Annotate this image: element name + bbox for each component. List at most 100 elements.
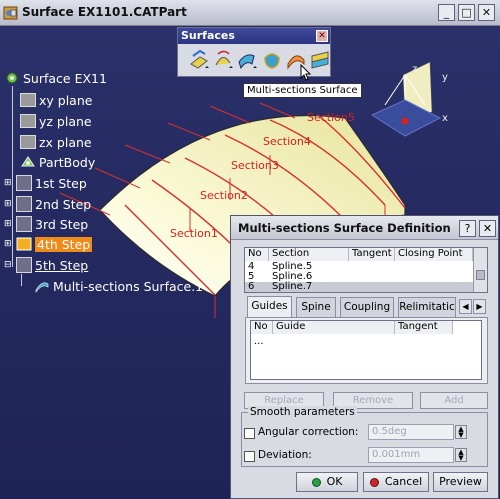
maximize-button[interactable]: □	[458, 4, 475, 21]
section-label: Section5	[307, 111, 355, 124]
mouse-cursor-icon	[300, 64, 312, 81]
part-root-icon	[6, 72, 18, 84]
tab-guides[interactable]: Guides	[247, 296, 292, 318]
tree-item-4th-step[interactable]: ⊞ 4th Step	[4, 234, 93, 254]
tree-item-label: 5th Step	[35, 257, 89, 273]
expand-icon[interactable]: ⊞	[4, 239, 16, 249]
tab-spine[interactable]: Spine	[296, 297, 336, 317]
compass-axis[interactable]: z y x	[370, 61, 448, 137]
plane-icon	[20, 93, 36, 107]
window-title: Surface EX1101.CATPart	[22, 5, 187, 19]
section-label: Section4	[263, 135, 311, 148]
tree-item-label: zx plane	[39, 134, 92, 150]
fill-icon[interactable]	[261, 48, 283, 72]
plane-icon	[20, 114, 36, 128]
close-button[interactable]: ✕	[478, 4, 495, 21]
preview-button[interactable]: Preview	[433, 472, 488, 492]
toolbar-title-bar[interactable]: Surfaces ✕	[178, 28, 330, 44]
tab-relimitation[interactable]: Relimitatic	[398, 297, 456, 317]
tree-item-label: 2nd Step	[35, 196, 92, 212]
angular-correction-checkbox[interactable]	[244, 428, 255, 439]
column-header[interactable]: No	[245, 248, 269, 261]
tree-item-zx-plane[interactable]: zx plane	[20, 132, 92, 152]
tree-item-5th-step[interactable]: ⊟ 5th Step	[4, 255, 88, 275]
tab-scroll-left-icon[interactable]: ◀	[459, 299, 472, 314]
deviation-spinner-icon[interactable]: ▲ ▼	[455, 448, 467, 462]
deviation-checkbox[interactable]	[244, 451, 255, 462]
geometrical-set-icon	[16, 196, 32, 212]
row-number: ...	[254, 336, 264, 347]
tree-connector	[21, 274, 22, 286]
column-header[interactable]: Section	[269, 248, 349, 261]
collapse-icon[interactable]: ⊟	[4, 260, 16, 270]
tree-item-label: xy plane	[39, 92, 93, 108]
tree-item-3rd-step[interactable]: ⊞ 3rd Step	[4, 214, 88, 234]
tree-root-label: Surface EX11	[23, 70, 107, 86]
add-button[interactable]: Add	[420, 392, 488, 409]
tree-item-xy-plane[interactable]: xy plane	[20, 90, 92, 110]
smooth-parameters-label: Smooth parameters	[248, 406, 357, 418]
row-number: 6	[248, 281, 255, 292]
geometrical-set-icon	[16, 237, 32, 251]
section-label: Section2	[200, 189, 248, 202]
title-bar: Surface EX1101.CATPart _ □ ✕	[0, 0, 500, 26]
tab-scroll-right-icon[interactable]: ▶	[473, 299, 486, 314]
tree-item-label: Multi-sections Surface.1	[53, 278, 204, 294]
dialog-title-bar[interactable]: Multi-sections Surface Definition ? ✕	[231, 216, 498, 240]
tree-item-label: PartBody	[39, 154, 96, 170]
tree-root[interactable]: Surface EX11	[4, 68, 107, 88]
scroll-thumb[interactable]	[476, 270, 485, 280]
column-header[interactable]: Closing Point	[395, 248, 473, 261]
svg-text:x: x	[442, 113, 448, 124]
dialog-close-button[interactable]: ✕	[479, 220, 496, 237]
tab-coupling[interactable]: Coupling	[340, 297, 394, 317]
tree-item-yz-plane[interactable]: yz plane	[20, 111, 92, 131]
tree-item-multi-sections-surface[interactable]: Multi-sections Surface.1	[34, 276, 203, 296]
expand-icon[interactable]: ⊞	[4, 178, 16, 188]
tree-item-2nd-step[interactable]: ⊞ 2nd Step	[4, 194, 91, 214]
plane-icon	[20, 135, 36, 149]
row-section: Spline.7	[272, 281, 313, 292]
blend-icon[interactable]	[309, 48, 331, 72]
toolbar-close-button[interactable]: ✕	[316, 30, 328, 42]
tree-item-label: yz plane	[39, 113, 92, 129]
cancel-button[interactable]: Cancel	[363, 472, 429, 492]
revolve-icon[interactable]	[212, 48, 234, 72]
tree-item-1st-step[interactable]: ⊞ 1st Step	[4, 173, 87, 193]
section-label: Section3	[231, 159, 279, 172]
extrude-icon[interactable]	[188, 48, 210, 72]
minimize-button[interactable]: _	[438, 4, 455, 21]
svg-text:z: z	[412, 64, 417, 75]
expand-icon[interactable]: ⊞	[4, 199, 16, 209]
help-button[interactable]: ?	[459, 220, 476, 237]
sections-list[interactable]: No Section Tangent Closing Point 4 Splin…	[244, 247, 488, 293]
tooltip: Multi-sections Surface	[243, 83, 362, 98]
catpart-icon	[3, 6, 18, 20]
angular-spinner-icon[interactable]: ▲ ▼	[455, 425, 467, 439]
sections-scrollbar[interactable]	[473, 248, 487, 292]
ok-label: OK	[326, 475, 343, 488]
sweep-icon[interactable]	[236, 48, 258, 72]
multi-sections-surface-icon	[35, 282, 49, 293]
deviation-label: Deviation:	[258, 449, 312, 461]
angular-correction-label: Angular correction:	[258, 426, 359, 438]
catia-main-window: Surface EX1101.CATPart _ □ ✕ Section1 Se…	[0, 0, 500, 499]
angular-correction-field[interactable]: 0.5deg	[368, 424, 454, 440]
expand-icon[interactable]: ⊞	[4, 219, 16, 229]
deviation-field[interactable]: 0.001mm	[368, 447, 454, 463]
column-header[interactable]: Tangent	[395, 321, 453, 334]
geometrical-set-icon	[16, 175, 32, 191]
geometrical-set-icon	[16, 257, 32, 273]
table-row-selected[interactable]: 6 Spline.7	[245, 281, 473, 292]
ok-button[interactable]: OK	[296, 472, 358, 492]
section-label: Section1	[170, 227, 218, 240]
guides-list[interactable]: No Guide Tangent ...	[250, 320, 482, 380]
tree-item-label: 4th Step	[35, 236, 93, 252]
column-header[interactable]: Tangent	[349, 248, 395, 261]
tree-item-label: 1st Step	[35, 175, 87, 191]
partbody-icon	[21, 156, 35, 167]
column-header[interactable]: Guide	[273, 321, 395, 334]
column-header[interactable]: No	[251, 321, 273, 334]
tree-item-partbody[interactable]: PartBody	[20, 152, 95, 172]
dialog-title: Multi-sections Surface Definition	[238, 221, 451, 235]
